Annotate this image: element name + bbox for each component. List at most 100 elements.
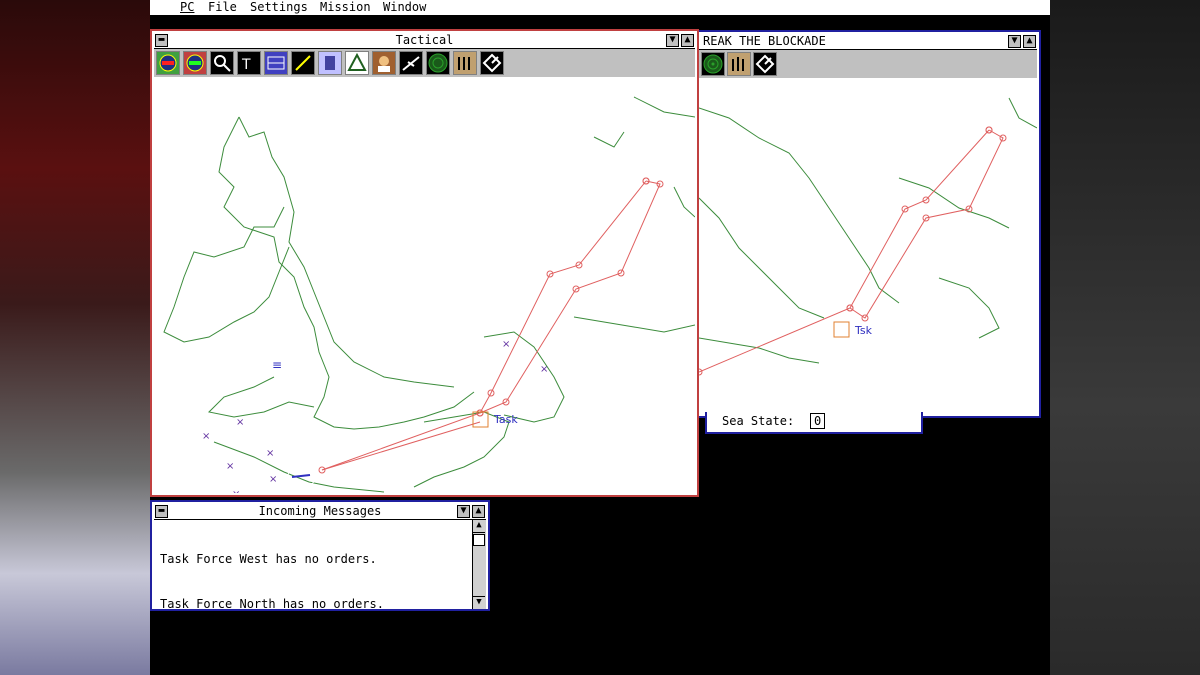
svg-text:+: + <box>1026 154 1032 164</box>
scroll-down-icon[interactable]: ▼ <box>473 596 485 609</box>
grid-toggle-icon[interactable] <box>264 51 288 75</box>
radar-icon[interactable] <box>426 51 450 75</box>
svg-text:+: + <box>732 259 738 269</box>
messages-titlebar[interactable]: ▬ Incoming Messages ▼ ▲ <box>154 504 486 520</box>
svg-text:+: + <box>844 229 850 239</box>
hand-icon[interactable] <box>318 51 342 75</box>
svg-text:+: + <box>914 169 920 179</box>
menu-settings[interactable]: Settings <box>250 0 308 15</box>
svg-text:+: + <box>1026 214 1032 224</box>
blockade-map[interactable]: + + + + + + + + + + + + + + + + + + + + + + + + + + + + + + + + + + + + + + + +… <box>699 78 1037 416</box>
svg-text:+: + <box>956 79 962 89</box>
svg-text:+: + <box>928 379 934 389</box>
svg-text:+: + <box>900 184 906 194</box>
svg-text:+: + <box>984 109 990 119</box>
svg-text:+: + <box>732 394 738 404</box>
system-menu-button[interactable]: ▬ <box>155 505 168 518</box>
svg-text:+: + <box>732 319 738 329</box>
radar-icon[interactable] <box>701 52 725 76</box>
svg-text:+: + <box>886 334 892 344</box>
waypoint-icon[interactable] <box>480 51 504 75</box>
svg-text:Tsk: Tsk <box>854 324 873 337</box>
officer-icon[interactable] <box>372 51 396 75</box>
text-toggle-icon[interactable]: T <box>237 51 261 75</box>
svg-text:+: + <box>816 334 822 344</box>
globe-zoom-out-icon[interactable] <box>156 51 180 75</box>
menu-pc[interactable]: PC <box>180 0 194 15</box>
svg-text:+: + <box>928 289 934 299</box>
maximize-button[interactable]: ▲ <box>472 505 485 518</box>
svg-text:+: + <box>970 79 976 89</box>
magnifier-icon[interactable] <box>210 51 234 75</box>
svg-text:+: + <box>802 229 808 239</box>
svg-text:+: + <box>1026 304 1032 314</box>
svg-text:+: + <box>746 229 752 239</box>
unit-tray-icon[interactable] <box>453 51 477 75</box>
scroll-thumb[interactable] <box>473 534 485 546</box>
svg-text:+: + <box>844 244 850 254</box>
svg-text:+: + <box>886 139 892 149</box>
svg-text:+: + <box>802 109 808 119</box>
unit-tray-icon[interactable] <box>727 52 751 76</box>
scroll-up-icon[interactable]: ▲ <box>473 520 485 533</box>
svg-text:+: + <box>774 169 780 179</box>
svg-text:+: + <box>1012 184 1018 194</box>
svg-text:+: + <box>746 214 752 224</box>
svg-text:+: + <box>718 244 724 254</box>
svg-text:+: + <box>900 289 906 299</box>
svg-text:+: + <box>844 199 850 209</box>
svg-text:+: + <box>914 94 920 104</box>
svg-text:+: + <box>704 79 710 89</box>
svg-text:×: × <box>236 417 244 428</box>
svg-text:+: + <box>956 349 962 359</box>
svg-text:+: + <box>956 244 962 254</box>
svg-text:+: + <box>788 364 794 374</box>
svg-text:+: + <box>816 244 822 254</box>
svg-text:+: + <box>746 79 752 89</box>
svg-text:≡: ≡ <box>272 358 282 372</box>
aircraft-icon[interactable] <box>399 51 423 75</box>
svg-text:+: + <box>704 154 710 164</box>
waypoint-icon[interactable] <box>753 52 777 76</box>
blockade-titlebar[interactable]: REAK THE BLOCKADE ▼ ▲ <box>699 34 1037 50</box>
svg-text:+: + <box>746 274 752 284</box>
vertical-scrollbar[interactable]: ▲ ▼ <box>472 520 486 609</box>
svg-text:+: + <box>732 109 738 119</box>
svg-text:+: + <box>830 334 836 344</box>
svg-text:+: + <box>802 139 808 149</box>
svg-text:+: + <box>816 109 822 119</box>
svg-text:+: + <box>746 244 752 254</box>
messages-window[interactable]: ▬ Incoming Messages ▼ ▲ Task Force West … <box>150 500 490 656</box>
blockade-window[interactable]: REAK THE BLOCKADE ▼ ▲ + + + + + + + + + + + + + + + + + +… <box>695 30 1041 418</box>
menu-file[interactable]: File <box>208 0 237 15</box>
tactical-titlebar[interactable]: ▬ Tactical ▼ ▲ <box>154 33 695 49</box>
weapon-icon[interactable] <box>291 51 315 75</box>
menu-mission[interactable]: Mission <box>320 0 371 15</box>
svg-text:+: + <box>718 109 724 119</box>
tactical-map[interactable]: Task × × × × × × × × ≡ <box>154 77 695 493</box>
minimize-button[interactable]: ▼ <box>666 34 679 47</box>
svg-text:+: + <box>998 214 1004 224</box>
terrain-icon[interactable] <box>345 51 369 75</box>
svg-text:+: + <box>1026 184 1032 194</box>
svg-text:+: + <box>816 184 822 194</box>
svg-text:+: + <box>704 304 710 314</box>
menu-window[interactable]: Window <box>383 0 426 15</box>
minimize-button[interactable]: ▼ <box>457 505 470 518</box>
svg-text:+: + <box>970 379 976 389</box>
minimize-button[interactable]: ▼ <box>1008 35 1021 48</box>
system-menu-button[interactable]: ▬ <box>155 34 168 47</box>
svg-text:+: + <box>942 319 948 329</box>
svg-text:+: + <box>970 169 976 179</box>
tactical-window[interactable]: ▬ Tactical ▼ ▲ T Task × × × × × × × × ≡ <box>150 29 699 497</box>
svg-text:+: + <box>788 169 794 179</box>
svg-text:+: + <box>1012 199 1018 209</box>
maximize-button[interactable]: ▲ <box>1023 35 1036 48</box>
svg-text:+: + <box>830 379 836 389</box>
globe-zoom-in-icon[interactable] <box>183 51 207 75</box>
svg-text:+: + <box>788 274 794 284</box>
svg-text:+: + <box>886 94 892 104</box>
maximize-button[interactable]: ▲ <box>681 34 694 47</box>
svg-text:+: + <box>802 214 808 224</box>
svg-text:+: + <box>1026 364 1032 374</box>
